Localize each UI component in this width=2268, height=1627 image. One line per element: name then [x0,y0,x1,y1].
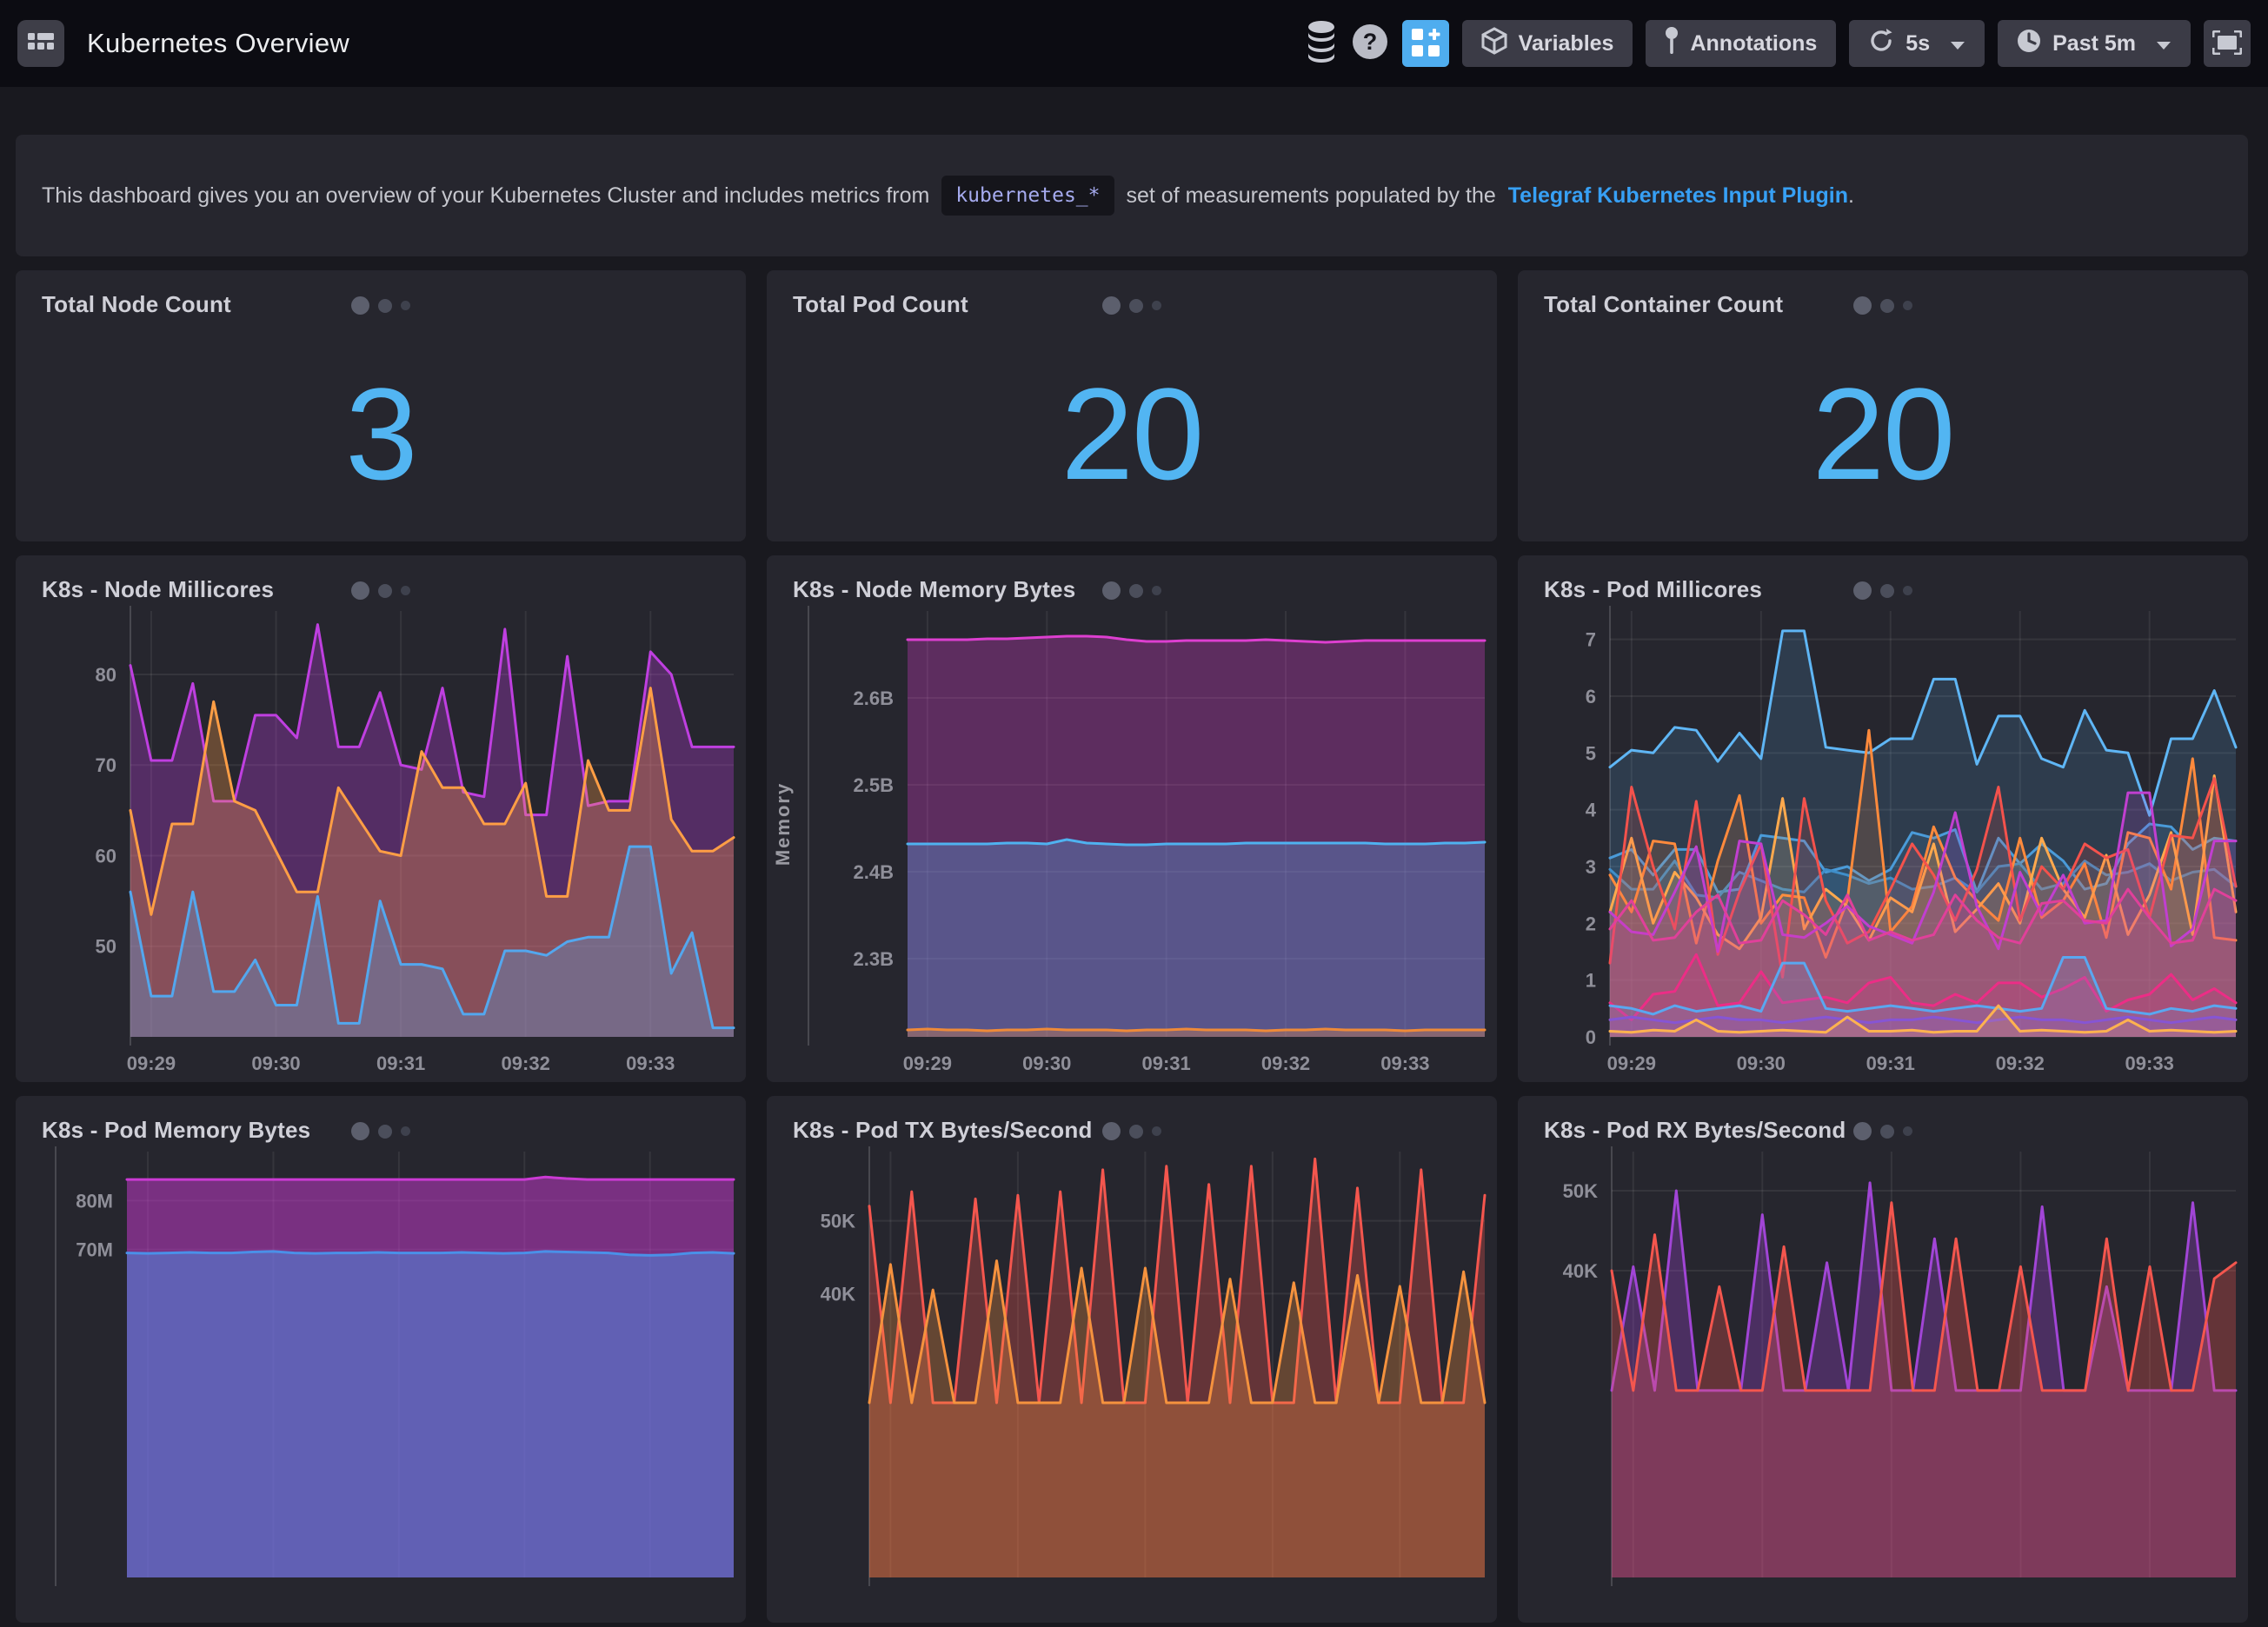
refresh-interval-label: 5s [1906,31,1930,56]
header-toolbar: ? Variables [1305,20,2251,68]
svg-text:2.6B: 2.6B [854,687,894,709]
stat-cell-total-pod-count[interactable]: Total Pod Count 20 [767,270,1497,541]
line-chart-node-memory-bytes[interactable]: 2.3B 2.4B 2.5B 2.6B 09:29 09:30 09:31 09:32 09:3… [767,555,1497,1082]
help-button[interactable]: ? [1351,23,1389,65]
svg-text:0: 0 [1586,1026,1596,1048]
clock-icon [2017,29,2041,59]
svg-text:09:33: 09:33 [2125,1053,2174,1074]
cell-title: Total Pod Count [793,291,968,318]
header-bar: Kubernetes Overview ? [0,0,2268,87]
page-title: Kubernetes Overview [87,28,349,59]
auto-refresh-button[interactable]: 5s [1849,20,1985,67]
kubernetes-overview-dashboard: { "header": { "title": "Kubernetes Overv… [0,0,2268,1294]
presentation-mode-icon [2212,30,2242,57]
svg-text:4: 4 [1586,800,1597,821]
svg-text:2: 2 [1586,913,1596,934]
line-chart-pod-millicores[interactable]: 0 1 2 3 4 5 6 7 09:29 09:30 09:31 09:32 09:33 [1518,555,2248,1082]
svg-text:09:31: 09:31 [1866,1053,1915,1074]
stat-cell-total-node-count[interactable]: Total Node Count 3 [16,270,746,541]
svg-text:6: 6 [1586,686,1596,707]
svg-text:09:29: 09:29 [903,1053,952,1074]
annotations-button[interactable]: Annotations [1646,20,1836,67]
add-cell-button[interactable] [1402,20,1449,67]
chevron-down-icon [1950,31,1965,56]
stat-value: 20 [1518,326,2248,541]
cell-title: Total Container Count [1544,291,1783,318]
chevron-down-icon [2156,31,2172,56]
variables-button-label: Variables [1519,31,1614,56]
chart-cell-pod-rx-bytes[interactable]: K8s - Pod RX Bytes/Second 40K50K [1518,1096,2248,1623]
svg-text:09:31: 09:31 [376,1053,425,1074]
time-range-button[interactable]: Past 5m [1998,20,2191,67]
svg-text:60: 60 [96,845,116,867]
loading-indicator [351,296,410,315]
svg-text:5: 5 [1586,742,1596,764]
time-range-label: Past 5m [2052,31,2136,56]
svg-text:09:33: 09:33 [626,1053,675,1074]
stat-value: 3 [16,326,746,541]
chart-cell-node-memory-bytes[interactable]: K8s - Node Memory Bytes 2.3B2.4B2.5B2.6B… [767,555,1497,1082]
note-text-after: . [1848,183,1854,208]
svg-text:09:31: 09:31 [1142,1053,1191,1074]
line-chart-pod-memory-bytes[interactable]: 70M 80M [16,1096,746,1623]
svg-text:09:29: 09:29 [127,1053,176,1074]
stat-cell-total-container-count[interactable]: Total Container Count 20 [1518,270,2248,541]
variables-button[interactable]: Variables [1462,20,1633,67]
svg-text:09:30: 09:30 [1022,1053,1071,1074]
svg-text:2.5B: 2.5B [854,774,894,796]
line-chart-pod-tx-bytes[interactable]: 40K50K [767,1096,1497,1623]
svg-text:80M: 80M [76,1190,113,1212]
note-code-chip: kubernetes_* [941,176,1114,216]
svg-text:50K: 50K [821,1211,855,1232]
cell-title: Total Node Count [42,291,231,318]
note-cell: This dashboard gives you an overview of … [16,135,2248,256]
loading-indicator [1102,296,1161,315]
svg-text:70M: 70M [76,1239,113,1261]
presentation-mode-button[interactable] [2204,20,2251,67]
svg-text:80: 80 [96,664,116,686]
data-sources-button[interactable] [1305,20,1338,68]
svg-text:09:33: 09:33 [1380,1053,1429,1074]
note-text-middle: set of measurements populated by the [1127,183,1496,209]
svg-text:09:30: 09:30 [1737,1053,1786,1074]
svg-text:09:32: 09:32 [1261,1053,1310,1074]
chart-cell-pod-tx-bytes[interactable]: K8s - Pod TX Bytes/Second 40K50K [767,1096,1497,1623]
svg-text:50: 50 [96,936,116,958]
svg-text:50K: 50K [1563,1180,1598,1202]
stat-value: 20 [767,326,1497,541]
svg-text:1: 1 [1586,970,1596,992]
line-chart-pod-rx-bytes[interactable]: 40K 50K [1518,1096,2248,1623]
chart-cell-pod-millicores[interactable]: K8s - Pod Millicores 0123456709:2909:300… [1518,555,2248,1082]
svg-text:09:29: 09:29 [1607,1053,1656,1074]
svg-text:40K: 40K [1563,1260,1598,1282]
pin-icon [1665,26,1679,62]
note-text-before: This dashboard gives you an overview of … [42,183,929,209]
svg-text:09:32: 09:32 [502,1053,550,1074]
help-icon: ? [1351,23,1389,65]
refresh-icon [1868,28,1894,60]
cube-icon [1481,27,1507,61]
svg-text:2.4B: 2.4B [854,861,894,883]
dashboard-grid-icon [28,33,54,55]
chart-cell-pod-memory-bytes[interactable]: K8s - Pod Memory Bytes 70M80M [16,1096,746,1623]
svg-text:Memory: Memory [772,782,794,866]
dashboards-nav-button[interactable] [17,20,64,67]
svg-text:7: 7 [1586,629,1596,651]
svg-text:3: 3 [1586,856,1596,878]
line-chart-node-millicores[interactable]: 50 60 70 80 09:29 09:30 09:31 09:32 09:33 [16,555,746,1082]
svg-text:?: ? [1362,29,1377,55]
svg-text:70: 70 [96,754,116,776]
database-icon [1305,20,1338,68]
add-cell-icon [1411,28,1440,60]
loading-indicator [1853,296,1912,315]
svg-text:09:30: 09:30 [251,1053,300,1074]
chart-cell-node-millicores[interactable]: K8s - Node Millicores 5060708009:2909:30… [16,555,746,1082]
annotations-button-label: Annotations [1690,31,1817,56]
svg-text:09:32: 09:32 [1996,1053,2045,1074]
svg-text:2.3B: 2.3B [854,948,894,970]
telegraf-plugin-link[interactable]: Telegraf Kubernetes Input Plugin [1508,183,1848,208]
